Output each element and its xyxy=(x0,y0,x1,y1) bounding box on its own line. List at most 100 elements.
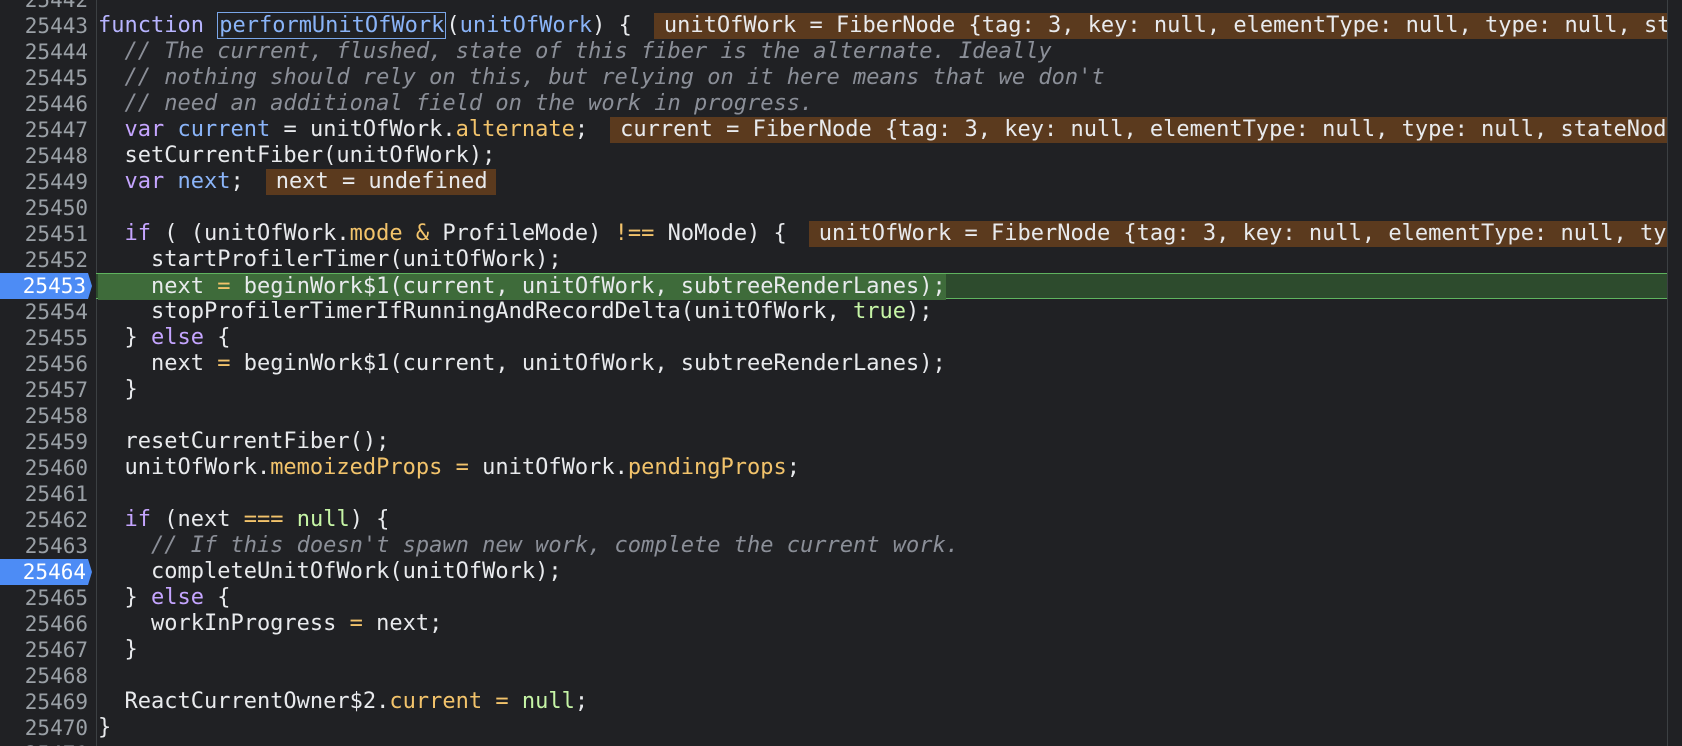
code-token: { xyxy=(203,325,231,350)
line-number[interactable]: 25451 xyxy=(0,221,88,247)
code-line[interactable]: resetCurrentFiber(); xyxy=(96,429,1668,455)
line-number[interactable]: 25466 xyxy=(0,611,88,637)
code-line[interactable] xyxy=(96,195,1668,221)
code-text: if (next === null) { xyxy=(98,507,389,533)
line-number[interactable]: 25456 xyxy=(0,351,88,377)
code-line[interactable]: } xyxy=(96,377,1668,403)
code-line[interactable]: unitOfWork.memoizedProps = unitOfWork.pe… xyxy=(96,455,1668,481)
inline-variable-value[interactable]: unitOfWork = FiberNode {tag: 3, key: nul… xyxy=(808,221,1682,247)
code-line[interactable]: ReactCurrentOwner$2.current = null; xyxy=(96,689,1668,715)
code-token: // If this doesn't spawn new work, compl… xyxy=(98,533,959,558)
line-number[interactable]: 25452 xyxy=(0,247,88,273)
code-token: } xyxy=(98,325,151,350)
code-token: // The current, flushed, state of this f… xyxy=(98,39,1052,64)
line-number[interactable]: 25468 xyxy=(0,663,88,689)
source-code-editor[interactable]: 25442 25443 25444 25445 25446 25447 25448 25449… xyxy=(0,0,1682,746)
code-token: } xyxy=(98,637,138,662)
line-number[interactable]: 25458 xyxy=(0,403,88,429)
code-token: mode xyxy=(349,221,403,246)
code-token: resetCurrentFiber(); xyxy=(98,429,390,454)
code-text: completeUnitOfWork(unitOfWork); xyxy=(98,559,562,585)
code-token: = xyxy=(349,611,363,636)
code-line[interactable]: startProfilerTimer(unitOfWork); xyxy=(96,247,1668,273)
code-token: ; xyxy=(574,117,589,142)
code-token: // nothing should rely on this, but rely… xyxy=(98,65,1105,90)
inline-variable-value[interactable]: next = undefined xyxy=(265,169,496,195)
line-number[interactable]: 25455 xyxy=(0,325,88,351)
code-token: ReactCurrentOwner$2. xyxy=(98,689,390,714)
code-line[interactable] xyxy=(96,663,1668,689)
code-token: else xyxy=(150,585,204,610)
line-number[interactable]: 25469 xyxy=(0,689,88,715)
code-line[interactable]: // nothing should rely on this, but rely… xyxy=(96,65,1668,91)
line-number[interactable]: 25465 xyxy=(0,585,88,611)
line-number-gutter[interactable]: 25442 25443 25444 25445 25446 25447 25448 25449… xyxy=(0,0,97,746)
code-line[interactable]: } else { xyxy=(96,325,1668,351)
breakpoint-line-number[interactable]: 25464 xyxy=(0,559,92,585)
code-text: stopProfilerTimerIfRunningAndRecordDelta… xyxy=(98,299,933,325)
code-token: ) { xyxy=(592,13,632,38)
code-line[interactable] xyxy=(96,481,1668,507)
code-line[interactable]: completeUnitOfWork(unitOfWork); xyxy=(96,559,1668,585)
code-text: setCurrentFiber(unitOfWork); xyxy=(98,143,495,169)
code-text: next = beginWork$1(current, unitOfWork, … xyxy=(98,351,946,377)
code-token: if xyxy=(98,507,151,532)
code-token: ProfileMode) xyxy=(442,221,615,246)
code-line[interactable]: // If this doesn't spawn new work, compl… xyxy=(96,533,1668,559)
line-number[interactable]: 25446 xyxy=(0,91,88,117)
code-token: unitOfWork. xyxy=(482,455,628,480)
line-number[interactable]: 25450 xyxy=(0,195,88,221)
line-number[interactable]: 25463 xyxy=(0,533,88,559)
code-text: startProfilerTimer(unitOfWork); xyxy=(98,247,562,273)
breakpoint-line-number[interactable]: 25453 xyxy=(0,273,92,299)
line-number[interactable]: 25447 xyxy=(0,117,88,143)
line-number[interactable]: 25442 xyxy=(0,0,88,13)
code-line[interactable]: setCurrentFiber(unitOfWork); xyxy=(96,143,1668,169)
code-token: ); xyxy=(905,299,933,324)
code-line[interactable]: } xyxy=(96,715,1668,741)
code-line[interactable]: // need an additional field on the work … xyxy=(96,91,1668,117)
code-token: startProfilerTimer(unitOfWork); xyxy=(98,247,562,272)
code-line[interactable]: next = beginWork$1(current, unitOfWork, … xyxy=(96,351,1668,377)
line-number[interactable]: 25471 xyxy=(0,741,88,746)
code-token: next xyxy=(98,274,218,299)
line-number[interactable]: 25467 xyxy=(0,637,88,663)
inline-variable-value[interactable]: current = FiberNode {tag: 3, key: null, … xyxy=(610,117,1682,143)
code-token: next; xyxy=(362,611,443,636)
line-number[interactable]: 25449 xyxy=(0,169,88,195)
vertical-scrollbar[interactable] xyxy=(1667,0,1682,746)
code-line[interactable]: if ( (unitOfWork.mode & ProfileMode) !==… xyxy=(96,221,1682,247)
code-line[interactable]: } else { xyxy=(96,585,1668,611)
line-number[interactable]: 25444 xyxy=(0,39,88,65)
code-line[interactable]: stopProfilerTimerIfRunningAndRecordDelta… xyxy=(96,299,1668,325)
code-line[interactable]: if (next === null) { xyxy=(96,507,1668,533)
code-line[interactable]: var next; next = undefined xyxy=(96,169,1668,195)
line-number[interactable]: 25461 xyxy=(0,481,88,507)
current-execution-line[interactable]: next = beginWork$1(current, unitOfWork, … xyxy=(96,273,1668,300)
line-number[interactable]: 25460 xyxy=(0,455,88,481)
line-number[interactable]: 25445 xyxy=(0,65,88,91)
code-text: var current = unitOfWork.alternate; curre… xyxy=(98,117,1682,143)
line-number[interactable]: 25459 xyxy=(0,429,88,455)
code-line[interactable]: // The current, flushed, state of this f… xyxy=(96,39,1668,65)
line-number[interactable]: 25462 xyxy=(0,507,88,533)
code-line[interactable]: function performUnitOfWork(unitOfWork) {… xyxy=(96,12,1682,39)
code-line[interactable] xyxy=(96,741,1668,746)
code-token: = xyxy=(217,274,231,299)
code-token: stopProfilerTimerIfRunningAndRecordDelta… xyxy=(98,299,853,324)
code-token: = xyxy=(217,351,231,376)
code-line[interactable]: workInProgress = next; xyxy=(96,611,1668,637)
line-number[interactable]: 25443 xyxy=(0,13,88,39)
code-line[interactable] xyxy=(96,403,1668,429)
code-line[interactable]: var current = unitOfWork.alternate; curre… xyxy=(96,117,1682,143)
code-token: { xyxy=(203,585,231,610)
inline-variable-value[interactable]: unitOfWork = FiberNode {tag: 3, key: nul… xyxy=(653,13,1682,39)
code-text: workInProgress = next; xyxy=(98,611,442,637)
line-number[interactable]: 25457 xyxy=(0,377,88,403)
line-number[interactable]: 25454 xyxy=(0,299,88,325)
code-content[interactable]: function performUnitOfWork(unitOfWork) {… xyxy=(96,0,1682,746)
line-number[interactable]: 25470 xyxy=(0,715,88,741)
code-line[interactable]: } xyxy=(96,637,1668,663)
line-number[interactable]: 25448 xyxy=(0,143,88,169)
